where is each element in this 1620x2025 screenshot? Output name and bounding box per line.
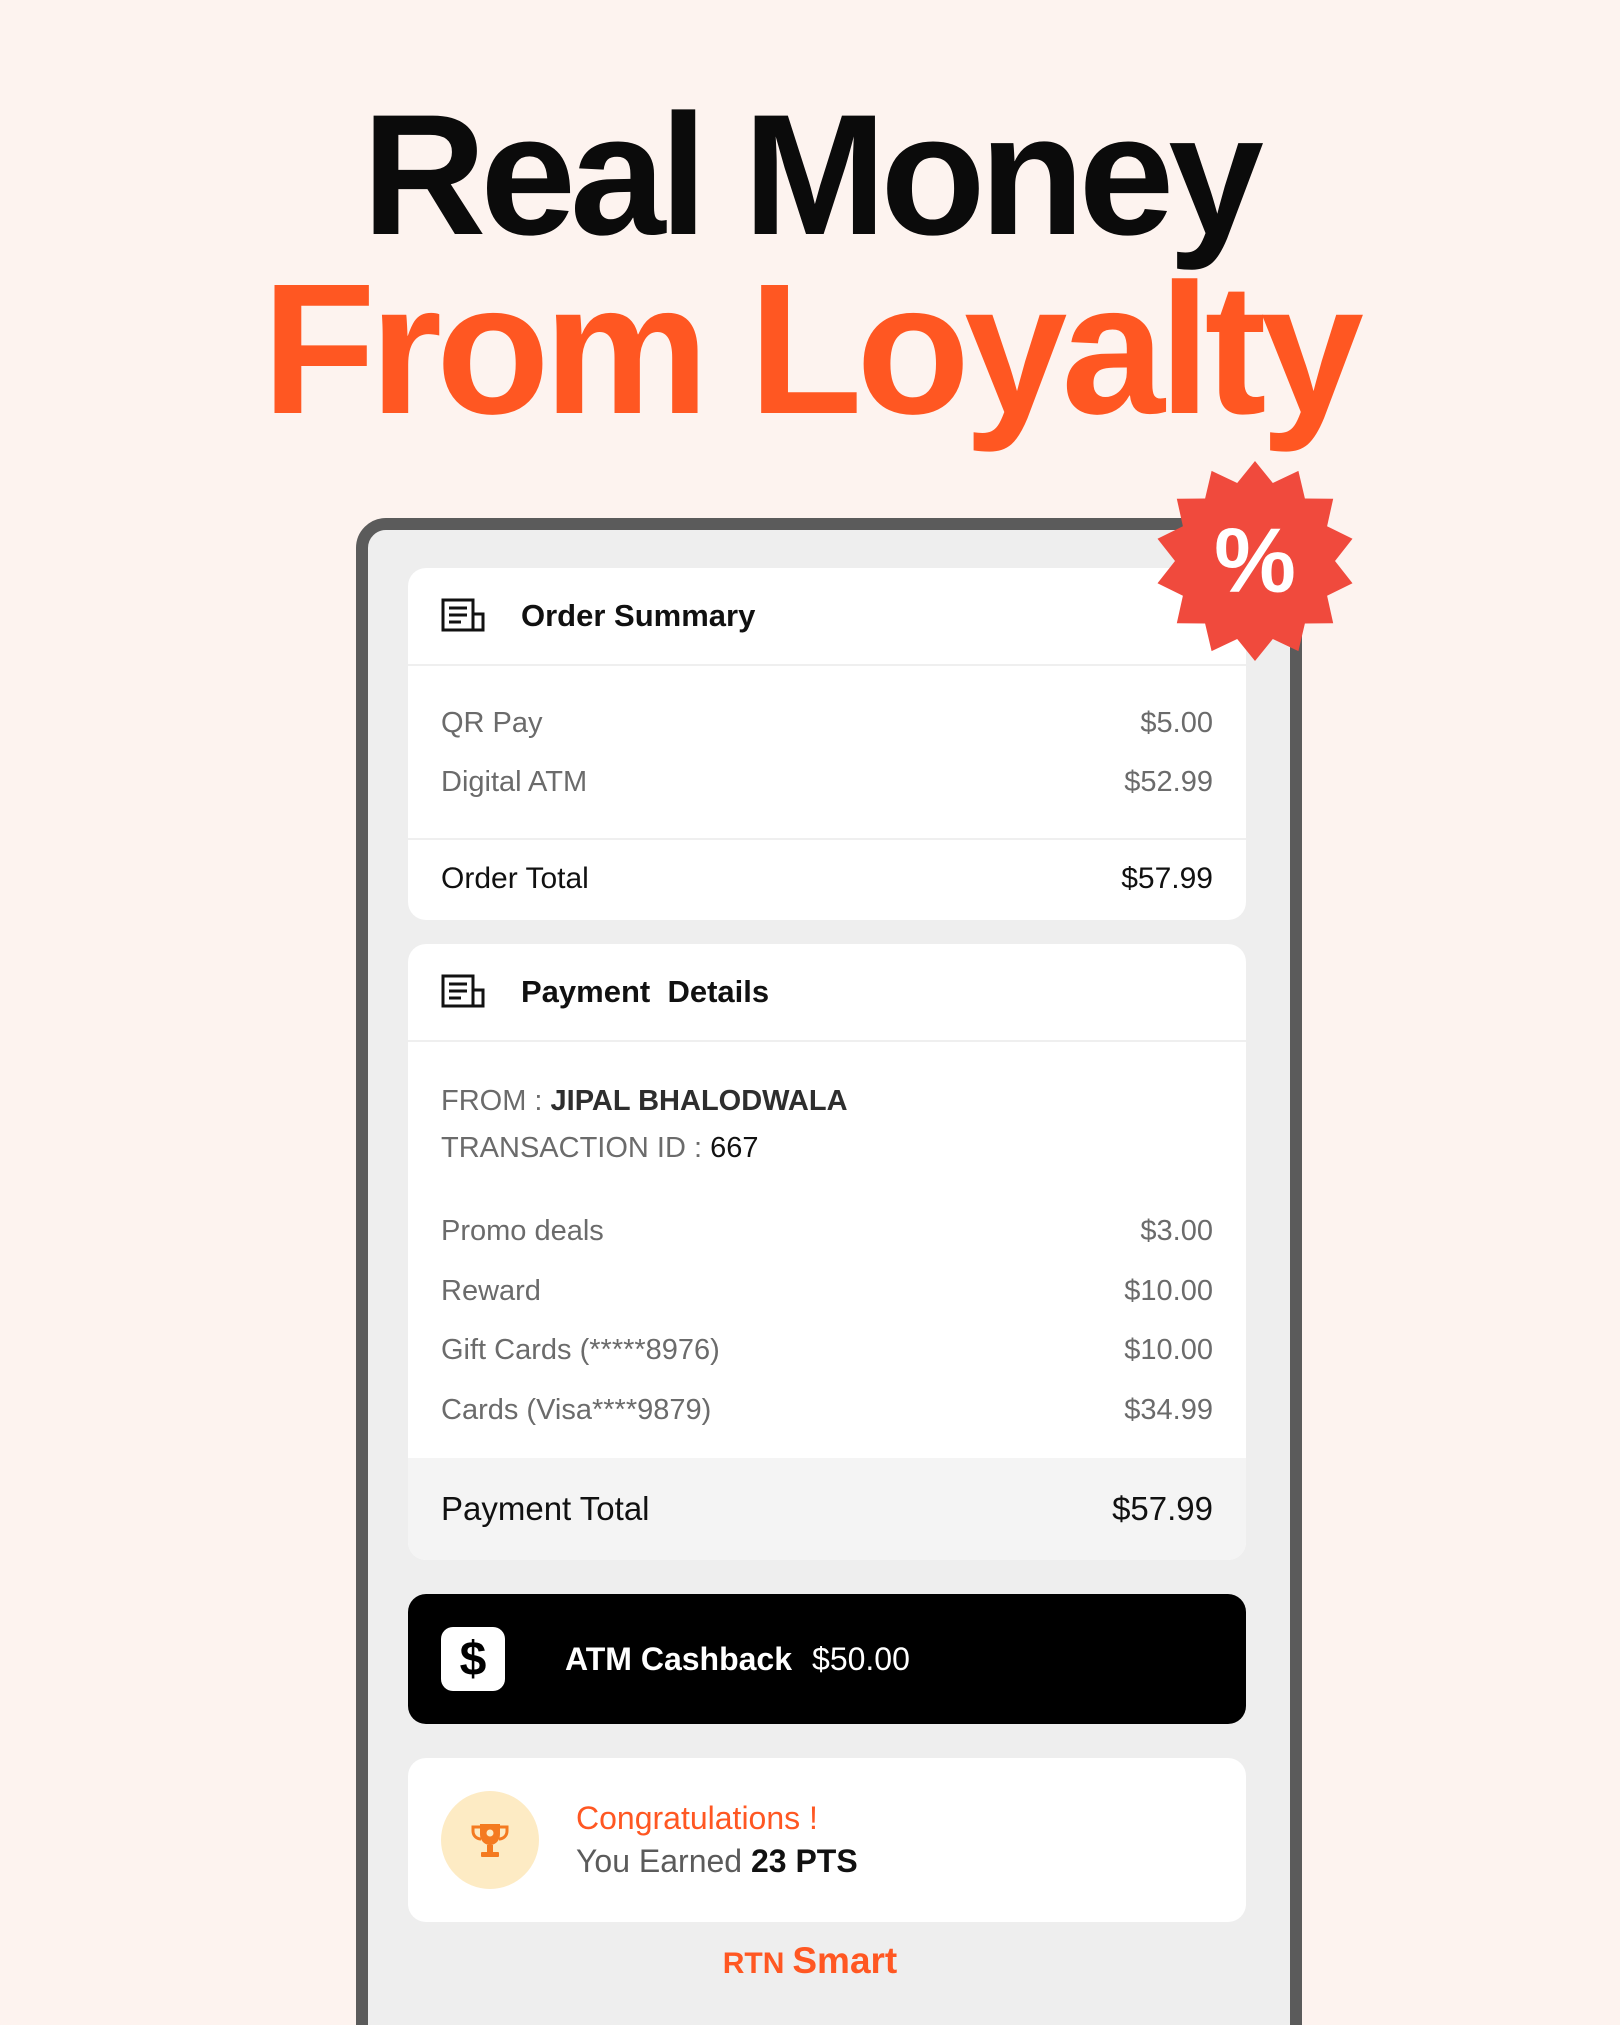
list-item: QR Pay $5.00	[408, 694, 1246, 753]
cashback-amount: $50.00	[812, 1640, 910, 1677]
from-value: JIPAL BHALODWALA	[550, 1085, 848, 1117]
cashback-label: ATM Cashback	[565, 1640, 793, 1677]
percent-badge-icon: %	[1150, 456, 1360, 666]
item-label: Cards (Visa****9879)	[441, 1393, 712, 1426]
payment-details-header: Payment Details	[408, 944, 1246, 1042]
congrats-text: Congratulations ! You Earned 23 PTS	[576, 1800, 858, 1880]
transaction-line: TRANSACTION ID : 667	[441, 1125, 1213, 1172]
payment-total-label: Payment Total	[441, 1490, 650, 1527]
item-amount: $10.00	[1124, 1274, 1213, 1307]
order-summary-header: Order Summary	[408, 568, 1246, 666]
order-summary-card: Order Summary QR Pay $5.00 Digital ATM $…	[408, 568, 1246, 920]
atm-cashback-banner[interactable]: $ ATM Cashback $50.00	[408, 1594, 1246, 1724]
list-item: Promo deals $3.00	[408, 1202, 1246, 1262]
item-amount: $34.99	[1124, 1393, 1213, 1426]
headline-line-1: Real Money	[362, 79, 1264, 271]
payer-info: FROM : JIPAL BHALODWALA TRANSACTION ID :…	[408, 1042, 1246, 1172]
list-item: Digital ATM $52.99	[408, 753, 1246, 812]
list-item: Cards (Visa****9879) $34.99	[408, 1381, 1246, 1441]
earned-points: 23 PTS	[750, 1843, 858, 1879]
item-label: Digital ATM	[441, 766, 588, 798]
list-item: Gift Cards (*****8976) $10.00	[408, 1321, 1246, 1381]
transaction-value: 667	[710, 1132, 759, 1164]
dollar-sign-icon: $	[441, 1627, 505, 1691]
item-label: Reward	[441, 1274, 541, 1307]
item-amount: $52.99	[1124, 766, 1213, 798]
earned-line: You Earned 23 PTS	[576, 1843, 858, 1880]
order-items-list: QR Pay $5.00 Digital ATM $52.99	[408, 666, 1246, 840]
earned-prefix: You Earned	[576, 1843, 751, 1879]
from-line: FROM : JIPAL BHALODWALA	[441, 1078, 1213, 1125]
payment-total-amount: $57.99	[1112, 1490, 1213, 1527]
item-label: Gift Cards (*****8976)	[441, 1334, 720, 1367]
badge-symbol: %	[1214, 510, 1296, 612]
item-amount: $10.00	[1124, 1334, 1213, 1367]
payment-items-list: Promo deals $3.00 Reward $10.00 Gift Car…	[408, 1172, 1246, 1440]
brand-prefix: RTN	[722, 1947, 785, 1980]
brand-logo: RTN Smart	[0, 1940, 1620, 1982]
payment-details-title: Payment Details	[521, 974, 770, 1009]
item-label: QR Pay	[441, 707, 543, 739]
transaction-label: TRANSACTION ID :	[441, 1132, 711, 1164]
congrats-title: Congratulations !	[576, 1800, 818, 1836]
item-amount: $3.00	[1140, 1215, 1213, 1248]
order-summary-title: Order Summary	[521, 598, 756, 633]
order-total-amount: $57.99	[1121, 862, 1213, 895]
congratulations-card: Congratulations ! You Earned 23 PTS	[408, 1758, 1246, 1922]
list-item: Reward $10.00	[408, 1262, 1246, 1322]
headline-line-2: From Loyalty	[262, 246, 1364, 453]
promo-page: Real Money From Loyalty % Order Summary	[0, 0, 1620, 2025]
trophy-icon	[441, 1791, 539, 1889]
order-total-label: Order Total	[441, 862, 589, 895]
receipt-icon	[441, 598, 485, 634]
payment-details-card: Payment Details FROM : JIPAL BHALODWALA …	[408, 944, 1246, 1560]
payment-total-row: Payment Total $57.99	[408, 1458, 1246, 1560]
receipt-icon	[441, 974, 485, 1010]
from-label: FROM :	[441, 1085, 551, 1117]
brand-name: Smart	[792, 1940, 898, 1981]
order-total-row: Order Total $57.99	[408, 840, 1246, 918]
item-label: Promo deals	[441, 1215, 604, 1248]
item-amount: $5.00	[1140, 707, 1213, 739]
